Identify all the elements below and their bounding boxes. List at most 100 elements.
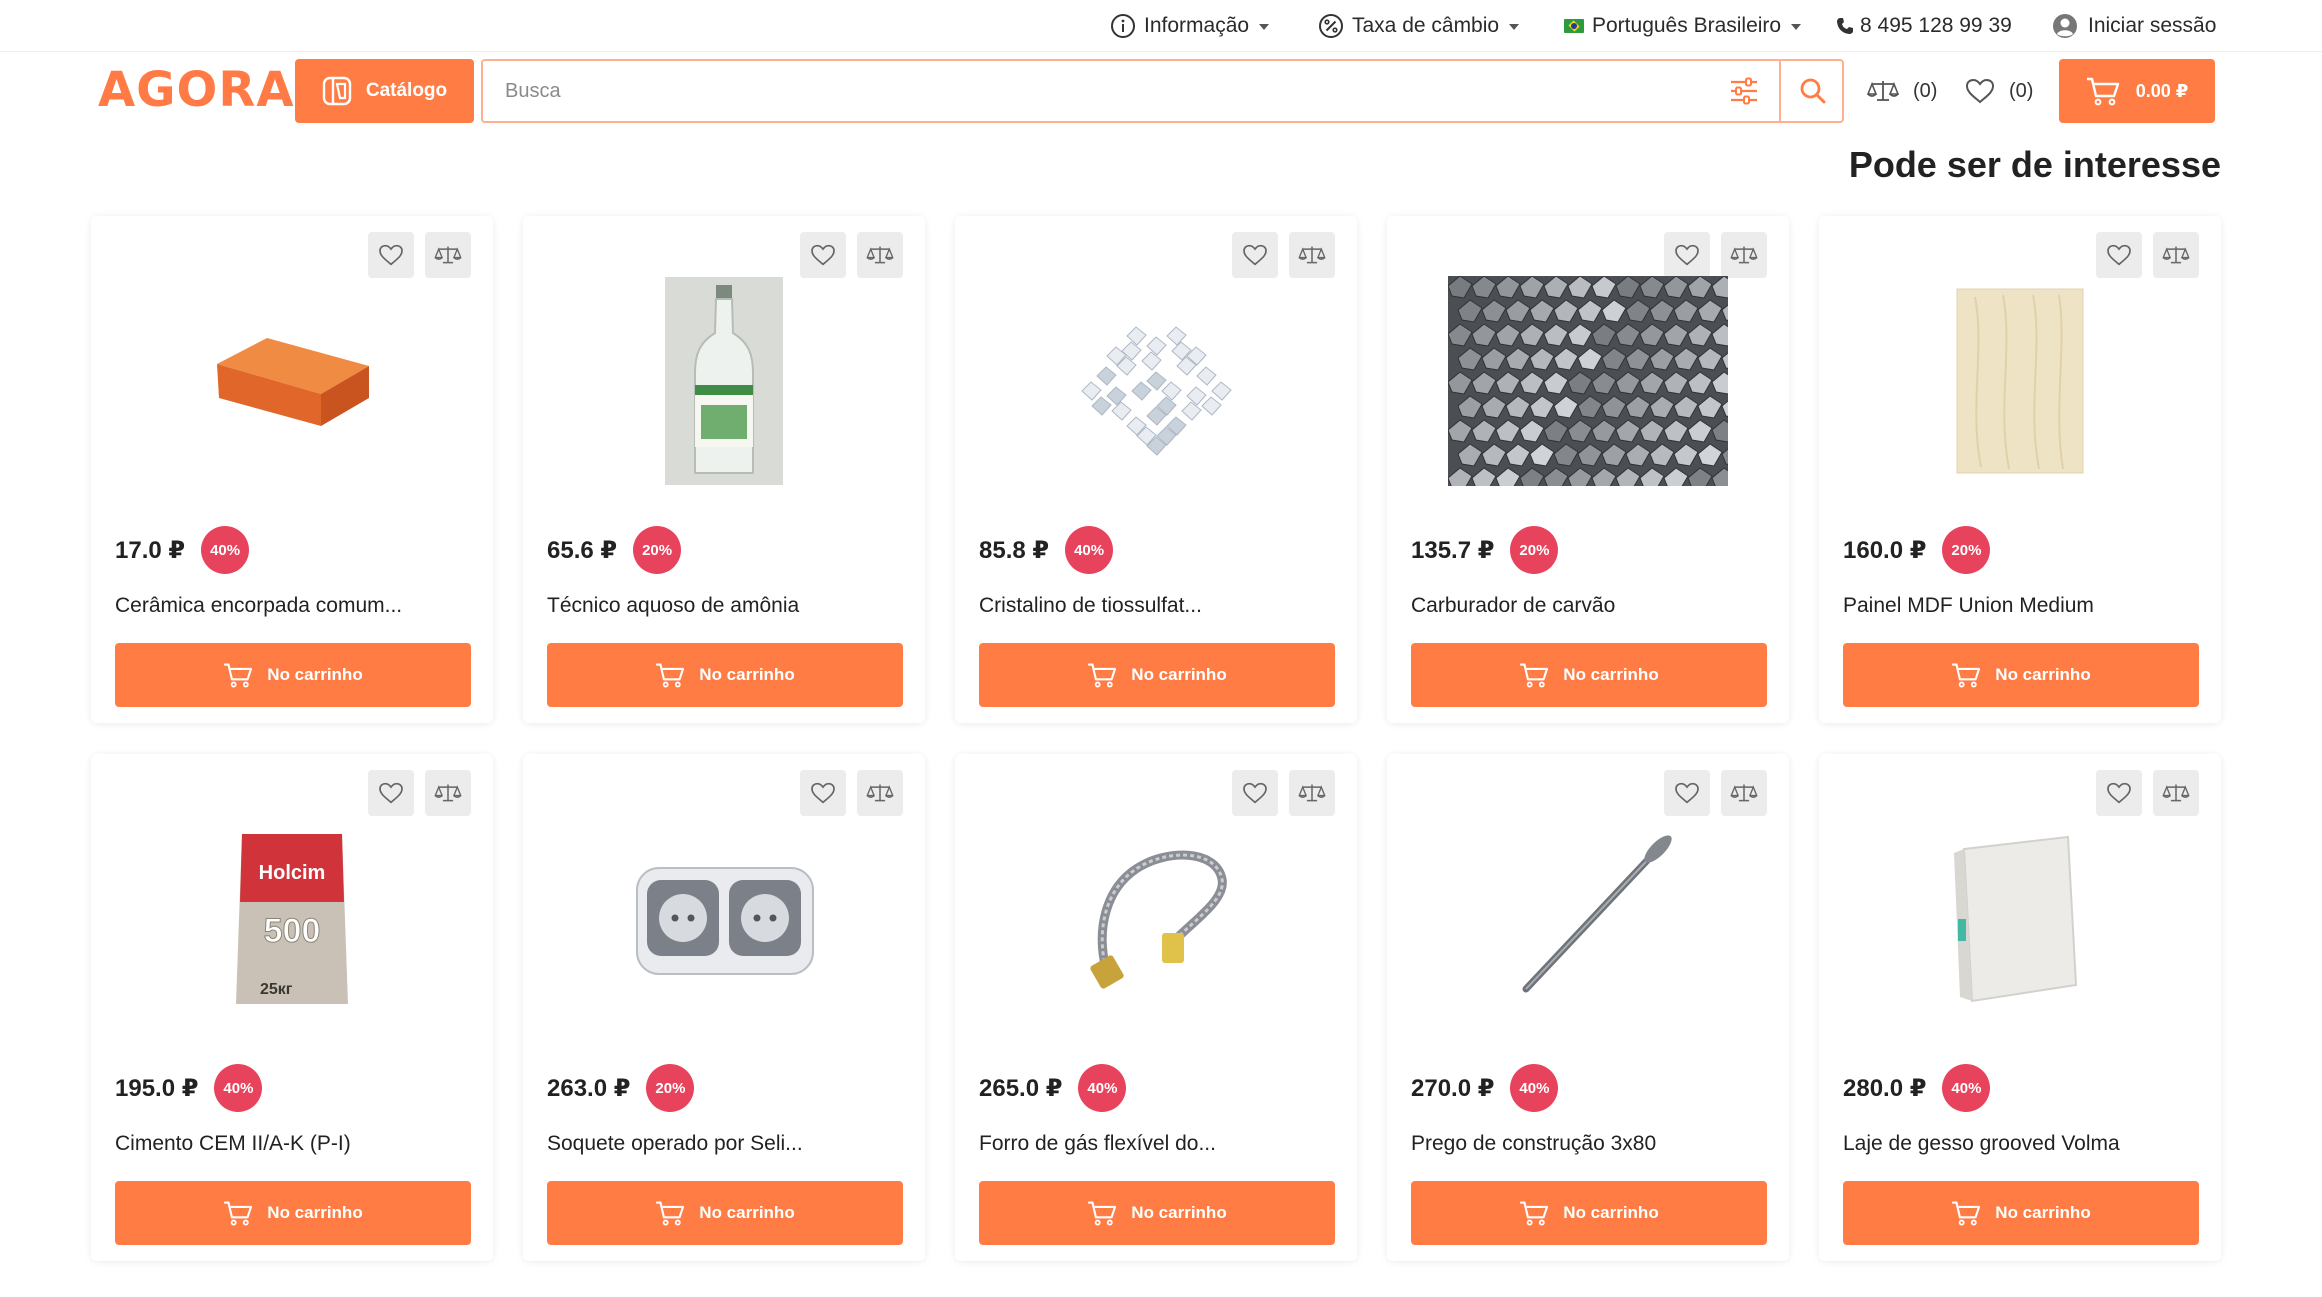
product-name[interactable]: Painel MDF Union Medium [1843, 594, 2094, 618]
language-menu[interactable]: Português Brasileiro [1564, 0, 1802, 52]
compare-link[interactable]: (0) [1867, 72, 1937, 110]
discount-badge: 40% [1078, 1064, 1127, 1112]
cart-icon [1952, 1201, 1981, 1226]
compare-scales-icon [2162, 784, 2190, 802]
product-name[interactable]: Laje de gesso grooved Volma [1843, 1132, 2120, 1156]
mdf-panel-product-image[interactable] [1819, 266, 2221, 496]
cement-bag-product-image[interactable]: Holcim 500 25кг [91, 804, 493, 1034]
product-card[interactable]: Holcim 500 25кг 195.0 ₽ 40% Cimento CEM … [91, 754, 493, 1261]
product-card[interactable]: 85.8 ₽ 40% Cristalino de tiossulfat... N… [955, 216, 1357, 723]
filter-sliders-icon[interactable] [1729, 77, 1759, 105]
phone-icon [1836, 13, 1854, 39]
product-name[interactable]: Forro de gás flexível do... [979, 1132, 1216, 1156]
add-to-cart-button[interactable]: No carrinho [115, 643, 471, 707]
discount-badge: 20% [646, 1064, 695, 1112]
add-to-cart-label: No carrinho [1563, 1203, 1659, 1222]
product-card[interactable]: 135.7 ₽ 20% Carburador de carvão No carr… [1387, 216, 1789, 723]
socket-product-image[interactable] [523, 804, 925, 1034]
add-to-cart-label: No carrinho [1131, 665, 1227, 684]
product-name[interactable]: Cristalino de tiossulfat... [979, 594, 1202, 618]
product-card[interactable]: 280.0 ₽ 40% Laje de gesso grooved Volma … [1819, 754, 2221, 1261]
favorites-link[interactable]: (0) [1965, 72, 2033, 110]
product-name[interactable]: Carburador de carvão [1411, 594, 1615, 618]
add-to-cart-button[interactable]: No carrinho [1843, 1181, 2199, 1245]
compare-scales-icon [866, 784, 894, 802]
product-card[interactable]: 160.0 ₽ 20% Painel MDF Union Medium No c… [1819, 216, 2221, 723]
discount-badge: 40% [1065, 526, 1114, 574]
brazil-flag-icon [1564, 19, 1584, 33]
search-button[interactable] [1781, 61, 1844, 121]
add-to-cart-label: No carrinho [699, 1203, 795, 1222]
language-label: Português Brasileiro [1592, 14, 1782, 37]
search-icon [1800, 78, 1825, 104]
add-to-cart-label: No carrinho [1995, 1203, 2091, 1222]
add-to-cart-button[interactable]: No carrinho [547, 1181, 903, 1245]
bag-brand-text: Holcim [259, 862, 326, 884]
catalog-button[interactable]: Catálogo [295, 59, 474, 123]
add-to-cart-button[interactable]: No carrinho [547, 643, 903, 707]
bag-number-text: 500 [264, 912, 321, 950]
cart-button[interactable]: 0.00 ₽ [2059, 59, 2215, 123]
cement-bag-image: Holcim 500 25кг [236, 834, 348, 1004]
product-name[interactable]: Cerâmica encorpada comum... [115, 594, 402, 618]
crystals-image [1081, 326, 1232, 456]
gas-hose-product-image[interactable] [955, 804, 1357, 1034]
add-to-cart-button[interactable]: No carrinho [1843, 643, 2199, 707]
search-bar [481, 59, 1844, 123]
price-row: 135.7 ₽ 20% [1411, 526, 1559, 574]
discount-badge: 40% [1942, 1064, 1991, 1112]
phone-link[interactable]: 8 495 128 99 39 [1836, 0, 2012, 52]
info-menu[interactable]: Informação [1110, 0, 1270, 52]
product-price: 135.7 ₽ [1411, 536, 1495, 564]
product-card[interactable]: 265.0 ₽ 40% Forro de gás flexível do... … [955, 754, 1357, 1261]
compare-scales-icon [434, 784, 462, 802]
product-name[interactable]: Técnico aquoso de amônia [547, 594, 799, 618]
price-row: 265.0 ₽ 40% [979, 1064, 1127, 1112]
exchange-rate-label: Taxa de câmbio [1352, 14, 1500, 37]
add-to-cart-label: No carrinho [699, 665, 795, 684]
crystals-product-image[interactable] [955, 266, 1357, 496]
add-to-cart-button[interactable]: No carrinho [979, 643, 1335, 707]
product-name[interactable]: Soquete operado por Seli... [547, 1132, 803, 1156]
cart-icon [224, 1201, 253, 1226]
mdf-panel-image [1956, 288, 2084, 474]
gypsum-slab-image [1954, 835, 2078, 1003]
cart-icon [656, 1201, 685, 1226]
add-to-cart-label: No carrinho [1131, 1203, 1227, 1222]
user-icon [2052, 13, 2078, 39]
add-to-cart-button[interactable]: No carrinho [1411, 1181, 1767, 1245]
agora-logo[interactable]: AGORA [98, 62, 294, 118]
product-card[interactable]: 263.0 ₽ 20% Soquete operado por Seli... … [523, 754, 925, 1261]
add-to-cart-button[interactable]: No carrinho [115, 1181, 471, 1245]
heart-icon [811, 782, 835, 804]
discount-badge: 20% [1942, 526, 1991, 574]
favorites-count: (0) [2009, 79, 2034, 102]
compare-scales-icon [1298, 246, 1326, 264]
product-price: 263.0 ₽ [547, 1074, 631, 1102]
add-to-cart-label: No carrinho [1563, 665, 1659, 684]
login-link[interactable]: Iniciar sessão [2052, 0, 2216, 52]
nail-product-image[interactable] [1387, 804, 1789, 1034]
cart-icon [1952, 663, 1981, 688]
heart-icon [379, 782, 403, 804]
carbide-product-image[interactable] [1387, 266, 1789, 496]
product-name[interactable]: Prego de construção 3x80 [1411, 1132, 1656, 1156]
product-card[interactable]: 65.6 ₽ 20% Técnico aquoso de amônia No c… [523, 216, 925, 723]
product-price: 17.0 ₽ [115, 536, 186, 564]
compare-scales-icon [866, 246, 894, 264]
bottle-product-image[interactable] [523, 266, 925, 496]
bag-weight-text: 25кг [260, 981, 293, 998]
add-to-cart-button[interactable]: No carrinho [979, 1181, 1335, 1245]
brick-image [217, 338, 369, 426]
product-card[interactable]: 17.0 ₽ 40% Cerâmica encorpada comum... N… [91, 216, 493, 723]
gypsum-slab-product-image[interactable] [1819, 804, 2221, 1034]
search-input[interactable] [483, 61, 1733, 121]
product-card[interactable]: 270.0 ₽ 40% Prego de construção 3x80 No … [1387, 754, 1789, 1261]
product-price: 270.0 ₽ [1411, 1074, 1495, 1102]
exchange-rate-menu[interactable]: Taxa de câmbio [1318, 0, 1520, 52]
brick-product-image[interactable] [91, 266, 493, 496]
top-bar: Informação Taxa de câmbio Português Bras… [0, 0, 2322, 52]
product-name[interactable]: Cimento CEM II/A-K (P-I) [115, 1132, 351, 1156]
product-price: 65.6 ₽ [547, 536, 618, 564]
add-to-cart-button[interactable]: No carrinho [1411, 643, 1767, 707]
